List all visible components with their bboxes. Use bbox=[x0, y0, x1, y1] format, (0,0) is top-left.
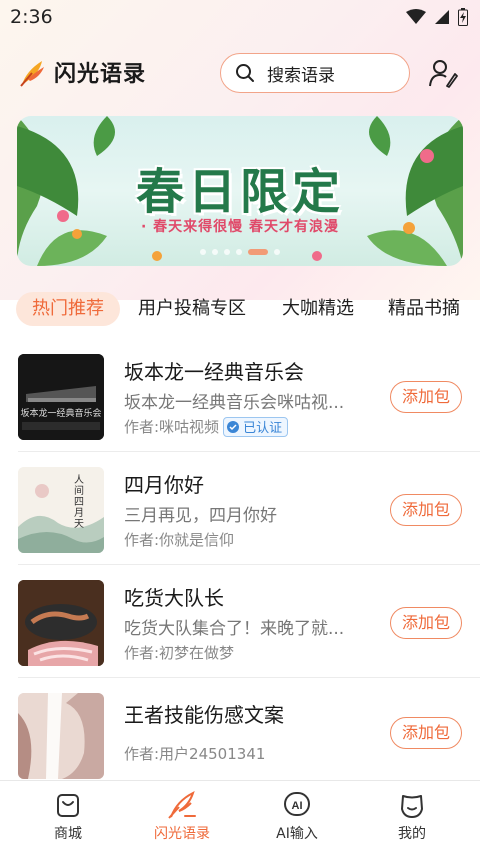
wifi-icon bbox=[406, 9, 426, 24]
tab-book-excerpts[interactable]: 精品书摘 bbox=[388, 292, 460, 326]
app-name: 闪光语录 bbox=[54, 62, 147, 87]
item-author: 作者:你就是信仰 bbox=[124, 529, 234, 550]
add-pack-button[interactable]: 添加包 bbox=[390, 381, 462, 413]
divider bbox=[18, 564, 480, 565]
status-icons bbox=[406, 8, 468, 26]
verified-label: 已认证 bbox=[243, 421, 283, 436]
item-title: 王者技能伤感文案 bbox=[124, 703, 284, 727]
verified-badge: 已认证 bbox=[223, 416, 289, 437]
banner-title: 春日限定 bbox=[135, 164, 344, 220]
status-time: 2:36 bbox=[10, 6, 53, 28]
nav-label: 闪光语录 bbox=[154, 826, 210, 842]
banner-dot[interactable] bbox=[200, 249, 206, 255]
search-input[interactable]: 搜索语录 bbox=[220, 53, 410, 93]
nav-label: 商城 bbox=[54, 826, 82, 842]
nav-quotes[interactable]: 闪光语录 bbox=[132, 791, 232, 843]
bottom-nav: 商城 闪光语录 AI AI输入 我的 bbox=[0, 780, 480, 853]
divider bbox=[18, 677, 480, 678]
status-bar: 2:36 bbox=[0, 0, 480, 34]
smile-face-icon bbox=[401, 795, 423, 818]
food-thumb bbox=[18, 580, 104, 666]
add-pack-button[interactable]: 添加包 bbox=[390, 494, 462, 526]
nav-shop[interactable]: 商城 bbox=[18, 791, 118, 843]
feather-pen-icon bbox=[168, 791, 196, 819]
banner-dot[interactable] bbox=[274, 249, 280, 255]
concert-thumb bbox=[18, 354, 104, 440]
add-pack-button[interactable]: 添加包 bbox=[390, 717, 462, 749]
nav-label: AI输入 bbox=[276, 826, 318, 842]
category-tabs: 热门推荐 用户投稿专区 大咖精选 精品书摘 bbox=[0, 292, 480, 328]
item-title: 坂本龙一经典音乐会 bbox=[124, 360, 304, 384]
author-name: 作者:用户24501341 bbox=[124, 745, 266, 763]
item-description: 吃货大队集合了！来晚了就... bbox=[124, 619, 345, 639]
banner-dot-active[interactable] bbox=[248, 249, 268, 255]
battery-icon bbox=[458, 8, 468, 26]
app-logo: 闪光语录 bbox=[18, 56, 146, 88]
list-item[interactable]: 坂本龙一经典音乐会 坂本龙一经典音乐会 坂本龙一经典音乐会咪咕视... 作者:咪… bbox=[0, 340, 480, 452]
nav-ai-input[interactable]: AI AI输入 bbox=[247, 791, 347, 843]
signal-icon bbox=[435, 10, 449, 24]
item-description: 坂本龙一经典音乐会咪咕视... bbox=[124, 393, 345, 413]
add-pack-button[interactable]: 添加包 bbox=[390, 607, 462, 639]
svg-text:AI: AI bbox=[292, 800, 303, 812]
thumb-caption: 坂本龙一经典音乐会 bbox=[20, 409, 102, 419]
item-title: 四月你好 bbox=[124, 473, 204, 497]
nav-profile[interactable]: 我的 bbox=[362, 791, 462, 843]
nav-label: 我的 bbox=[398, 826, 426, 842]
item-description: 三月再见，四月你好 bbox=[124, 506, 277, 526]
item-author: 作者:初梦在做梦 bbox=[124, 642, 234, 663]
thumbnail: 坂本龙一经典音乐会 bbox=[18, 354, 104, 440]
list-item[interactable]: 吃货大队长 吃货大队集合了！来晚了就... 作者:初梦在做梦 添加包 bbox=[0, 566, 480, 678]
ink-landscape-thumb bbox=[18, 467, 104, 553]
user-write-icon[interactable] bbox=[428, 58, 458, 88]
banner-dot[interactable] bbox=[236, 249, 242, 255]
search-icon bbox=[236, 64, 254, 82]
thumb-caption: 人间四月天 bbox=[74, 475, 84, 530]
item-author: 作者:咪咕视频 已认证 bbox=[124, 416, 289, 437]
thumbnail bbox=[18, 693, 104, 779]
list-item[interactable]: 人间四月天 四月你好 三月再见，四月你好 作者:你就是信仰 添加包 bbox=[0, 453, 480, 565]
banner-pager[interactable] bbox=[17, 249, 463, 255]
verified-icon bbox=[227, 420, 240, 433]
feather-logo-icon bbox=[20, 61, 44, 87]
ai-icon: AI bbox=[284, 792, 310, 816]
app-header: 闪光语录 搜索语录 bbox=[0, 50, 480, 96]
anime-thumb bbox=[18, 693, 104, 779]
divider bbox=[18, 451, 480, 452]
author-name: 作者:初梦在做梦 bbox=[124, 644, 235, 662]
promo-banner[interactable]: 春日限定 · 春天来得很慢 春天才有浪漫 bbox=[17, 116, 463, 266]
item-author: 作者:用户24501341 bbox=[124, 743, 265, 764]
search-placeholder: 搜索语录 bbox=[267, 65, 335, 86]
banner-dot[interactable] bbox=[224, 249, 230, 255]
banner-dot[interactable] bbox=[212, 249, 218, 255]
list-item[interactable]: 王者技能伤感文案 作者:用户24501341 添加包 bbox=[0, 679, 480, 791]
tab-hot-recommend[interactable]: 热门推荐 bbox=[16, 292, 120, 326]
thumbnail: 人间四月天 bbox=[18, 467, 104, 553]
thumbnail bbox=[18, 580, 104, 666]
item-title: 吃货大队长 bbox=[124, 586, 224, 610]
author-name: 作者:咪咕视频 bbox=[124, 418, 220, 436]
tab-expert-picks[interactable]: 大咖精选 bbox=[282, 292, 354, 326]
tab-user-submissions[interactable]: 用户投稿专区 bbox=[138, 292, 246, 326]
banner-subtitle: · 春天来得很慢 春天才有浪漫 bbox=[140, 219, 340, 235]
shop-bag-icon bbox=[57, 794, 79, 817]
author-name: 作者:你就是信仰 bbox=[124, 531, 235, 549]
